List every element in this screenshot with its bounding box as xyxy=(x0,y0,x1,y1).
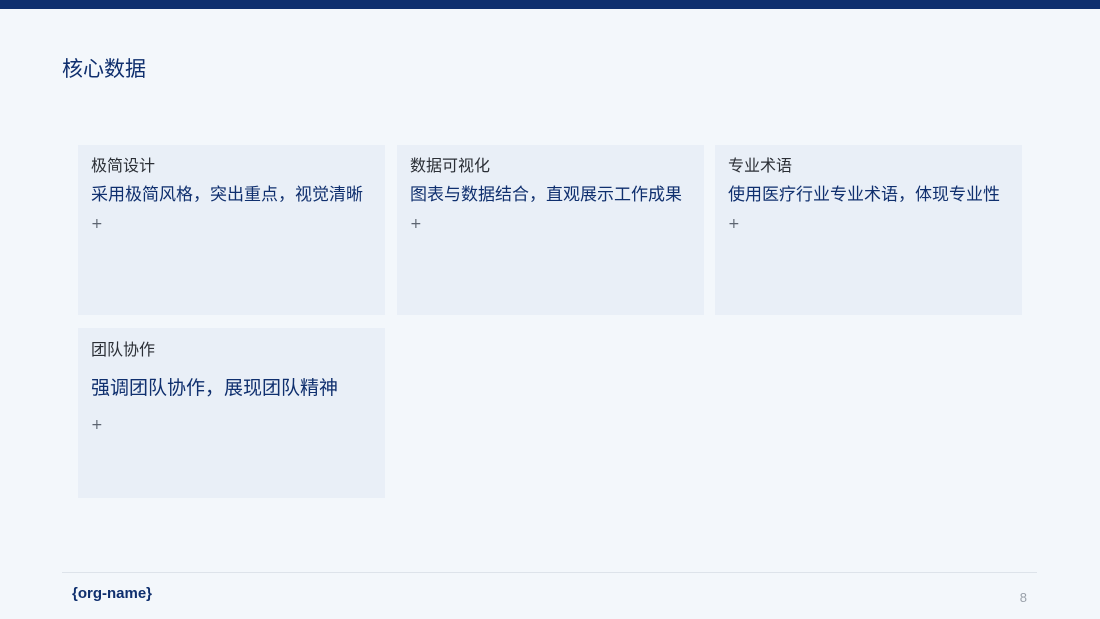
card-heading: 专业术语 xyxy=(728,156,793,175)
card-data-visualization: 数据可视化 图表与数据结合，直观展示工作成果 + xyxy=(397,145,704,315)
card-heading: 团队协作 xyxy=(91,340,156,359)
footer-divider xyxy=(62,572,1037,573)
card-heading: 极简设计 xyxy=(91,156,156,175)
card-heading: 数据可视化 xyxy=(410,156,491,175)
card-body: 采用极简风格，突出重点，视觉清晰 xyxy=(91,185,363,205)
card-teamwork: 团队协作 强调团队协作，展现团队精神 + xyxy=(78,328,385,498)
plus-icon[interactable]: + xyxy=(410,215,426,233)
card-body: 强调团队协作，展现团队精神 xyxy=(91,377,339,399)
plus-icon[interactable]: + xyxy=(728,215,744,233)
page-title: 核心数据 xyxy=(62,57,146,81)
top-accent-bar xyxy=(0,0,1100,9)
card-body: 使用医疗行业专业术语，体现专业性 xyxy=(728,185,1000,205)
organization-name: {org-name} xyxy=(72,585,153,602)
card-body: 图表与数据结合，直观展示工作成果 xyxy=(410,185,682,205)
card-minimal-design: 极简设计 采用极简风格，突出重点，视觉清晰 + xyxy=(78,145,385,315)
page-number: 8 xyxy=(1019,590,1027,605)
card-professional-terms: 专业术语 使用医疗行业专业术语，体现专业性 + xyxy=(715,145,1022,315)
plus-icon[interactable]: + xyxy=(91,416,107,434)
plus-icon[interactable]: + xyxy=(91,215,107,233)
